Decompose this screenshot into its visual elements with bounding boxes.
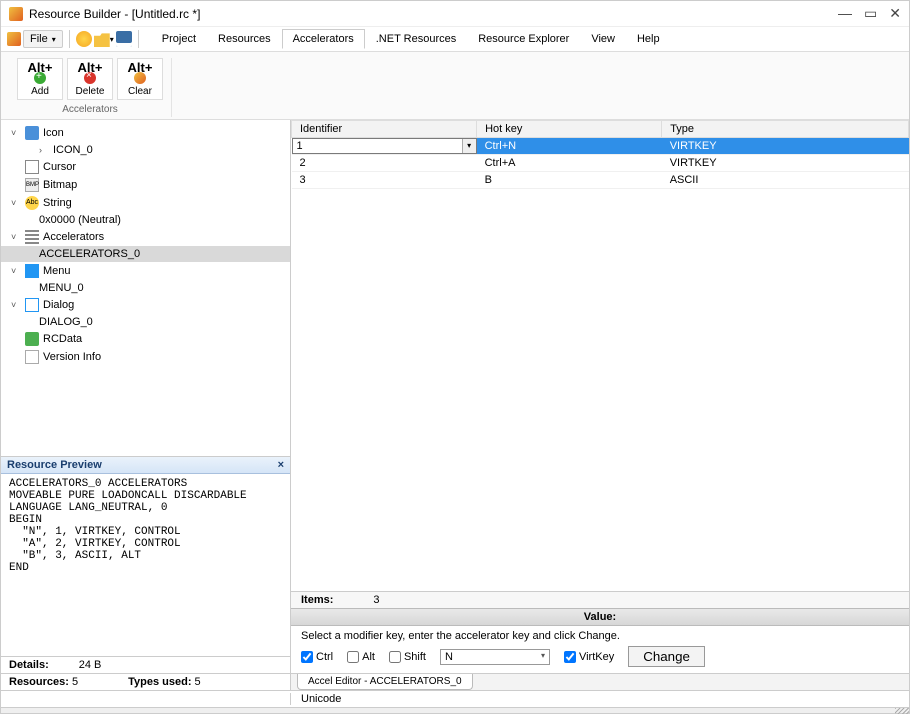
identifier-input[interactable]	[293, 139, 462, 153]
tree-node-cursor[interactable]: Cursor	[1, 158, 290, 176]
table-row[interactable]: 2Ctrl+AVIRTKEY	[292, 155, 909, 172]
key-field[interactable]: N▾	[440, 649, 550, 665]
ribbon: Alt+ Add Alt+ Delete Alt+ Clear Accelera…	[1, 52, 909, 120]
broom-icon	[134, 72, 146, 84]
status-bar: Unicode	[1, 690, 909, 707]
tree-item-dialog0[interactable]: DIALOG_0	[1, 314, 290, 330]
value-header: Value:	[291, 608, 909, 626]
tab-dotnet[interactable]: .NET Resources	[365, 29, 468, 49]
bitmap-type-icon: BMP	[25, 178, 39, 192]
items-bar: Items: 3	[291, 591, 909, 608]
icon-type-icon	[25, 126, 39, 140]
rcdata-type-icon	[25, 332, 39, 346]
app-icon-small	[7, 32, 21, 46]
window-title: Resource Builder - [Untitled.rc *]	[29, 7, 838, 21]
tree-node-dialog[interactable]: ˅Dialog	[1, 296, 290, 314]
menu-help[interactable]: Help	[626, 29, 671, 49]
shift-checkbox[interactable]: Shift	[389, 651, 426, 663]
tree-item-menu0[interactable]: MENU_0	[1, 280, 290, 296]
app-icon	[9, 7, 23, 21]
minimize-button[interactable]: —	[838, 5, 852, 22]
tab-accelerators[interactable]: Accelerators	[282, 29, 365, 49]
menu-type-icon	[25, 264, 39, 278]
preview-header: Resource Preview ×	[1, 457, 290, 474]
preview-close-icon[interactable]: ×	[278, 459, 284, 471]
tree-item-string0[interactable]: 0x0000 (Neutral)	[1, 212, 290, 228]
col-identifier[interactable]: Identifier	[292, 121, 477, 138]
add-button[interactable]: Alt+ Add	[17, 58, 63, 100]
version-type-icon	[25, 350, 39, 364]
table-row[interactable]: ▾ Ctrl+N VIRTKEY	[292, 138, 909, 155]
dialog-type-icon	[25, 298, 39, 312]
chevron-down-icon[interactable]: ▾	[462, 139, 476, 153]
delete-button[interactable]: Alt+ Delete	[67, 58, 113, 100]
table-row[interactable]: 3BASCII	[292, 172, 909, 189]
status-left: Resources: 5 Types used: 5	[1, 673, 290, 690]
tree-node-rcdata[interactable]: RCData	[1, 330, 290, 348]
accelerator-grid[interactable]: Identifier Hot key Type ▾ Ctrl+N VIRTKEY…	[291, 120, 909, 591]
cursor-type-icon	[25, 160, 39, 174]
menu-view[interactable]: View	[580, 29, 626, 49]
ribbon-group-label: Accelerators	[62, 104, 118, 115]
separator	[69, 30, 70, 48]
titlebar: Resource Builder - [Untitled.rc *] — ▭ ✕	[1, 1, 909, 27]
tree-item-icon0[interactable]: ›ICON_0	[1, 142, 290, 158]
ctrl-checkbox[interactable]: Ctrl	[301, 651, 333, 663]
alt-checkbox[interactable]: Alt	[347, 651, 375, 663]
tree-node-version[interactable]: Version Info	[1, 348, 290, 366]
tab-project[interactable]: Project	[151, 29, 207, 49]
open-dropdown[interactable]: ▾	[110, 35, 114, 44]
x-icon	[84, 72, 96, 84]
save-icon[interactable]	[116, 31, 132, 47]
plus-icon	[34, 72, 46, 84]
menubar: File ▾ Project Resources Accelerators .N…	[1, 27, 909, 52]
open-icon[interactable]	[94, 31, 110, 47]
col-type[interactable]: Type	[662, 121, 909, 138]
tree-node-icon[interactable]: ˅Icon	[1, 124, 290, 142]
resource-tree[interactable]: ˅Icon ›ICON_0 Cursor BMPBitmap ˅AbcStrin…	[1, 120, 290, 456]
details-bar: Details: 24 B	[1, 656, 290, 673]
resize-grip[interactable]	[1, 707, 909, 713]
tree-node-string[interactable]: ˅AbcString	[1, 194, 290, 212]
tab-accel-editor[interactable]: Accel Editor - ACCELERATORS_0	[297, 674, 473, 690]
new-icon[interactable]	[76, 31, 92, 47]
accel-type-icon	[25, 230, 39, 244]
string-type-icon: Abc	[25, 196, 39, 210]
maximize-button[interactable]: ▭	[864, 5, 877, 22]
preview-body: ACCELERATORS_0 ACCELERATORS MOVEABLE PUR…	[1, 474, 290, 656]
chevron-down-icon[interactable]: ▾	[541, 651, 545, 663]
col-hotkey[interactable]: Hot key	[477, 121, 662, 138]
tree-node-accelerators[interactable]: ˅Accelerators	[1, 228, 290, 246]
instruction-text: Select a modifier key, enter the acceler…	[291, 626, 909, 644]
tab-resources[interactable]: Resources	[207, 29, 282, 49]
close-button[interactable]: ✕	[889, 5, 901, 22]
editor-tabstrip: Accel Editor - ACCELERATORS_0	[291, 673, 909, 690]
separator	[138, 30, 139, 48]
tab-explorer[interactable]: Resource Explorer	[467, 29, 580, 49]
change-button[interactable]: Change	[628, 646, 705, 667]
virtkey-checkbox[interactable]: VirtKey	[564, 651, 614, 663]
clear-button[interactable]: Alt+ Clear	[117, 58, 163, 100]
file-menu[interactable]: File	[23, 30, 63, 48]
tree-node-bitmap[interactable]: BMPBitmap	[1, 176, 290, 194]
tree-item-accelerators0[interactable]: ACCELERATORS_0	[1, 246, 290, 262]
tree-node-menu[interactable]: ˅Menu	[1, 262, 290, 280]
